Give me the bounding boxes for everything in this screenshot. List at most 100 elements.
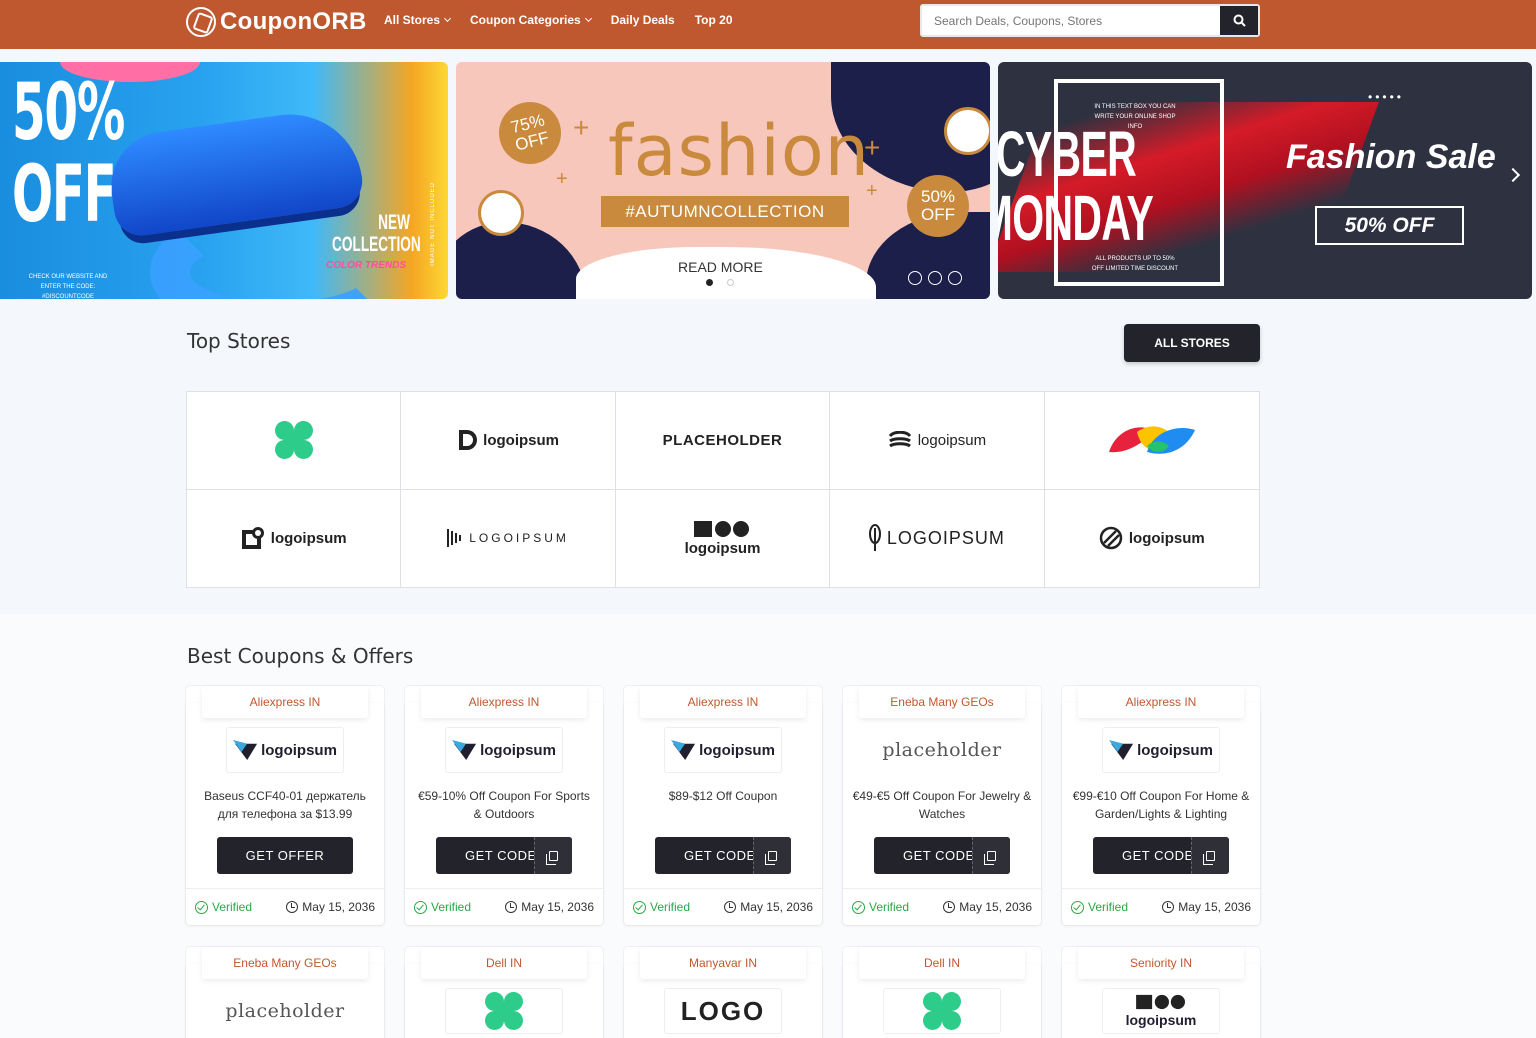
store-logo: logoipsum [241, 526, 347, 550]
get-code-button[interactable]: GET CODE [655, 837, 791, 874]
verified-badge: Verified [1071, 900, 1128, 914]
coupon-store-name[interactable]: Aliexpress IN [421, 686, 587, 718]
logo-text: placeholder [882, 739, 1002, 761]
clock-icon [943, 901, 956, 913]
store-logo-cell[interactable] [1044, 392, 1259, 490]
store-logo-cell[interactable]: logoipsum [830, 392, 1045, 490]
coupon-store-logo[interactable] [445, 988, 563, 1034]
promo-banner-fashion[interactable]: 75% OFF 50% OFF + + + + fashion #AUTUMNCOL… [456, 62, 990, 299]
coupon-store-logo[interactable]: logoipsum [445, 727, 563, 773]
read-more-link[interactable]: READ MORE [678, 259, 763, 275]
clover-logo-icon [923, 992, 961, 1030]
verified-badge: Verified [414, 900, 471, 914]
date-text: May 15, 2036 [1178, 900, 1251, 914]
expiry-date: May 15, 2036 [1162, 900, 1251, 914]
button-label: GET CODE [465, 848, 537, 863]
copy-icon [984, 850, 996, 865]
site-logo[interactable]: CouponORB [186, 6, 367, 38]
get-code-button[interactable]: GET CODE [436, 837, 572, 874]
clock-icon [1162, 901, 1175, 913]
coupon-footer: Verified May 15, 2036 [624, 888, 822, 925]
brand-name: CouponORB [220, 8, 367, 35]
banner-fashion-title: fashion [608, 110, 871, 192]
store-logo-cell[interactable] [187, 392, 402, 490]
clock-icon [724, 901, 737, 913]
bars-logo-icon [447, 529, 462, 548]
code-reveal-tab[interactable] [534, 837, 572, 874]
code-reveal-tab[interactable] [753, 837, 791, 874]
copy-icon [546, 850, 558, 865]
coupon-store-name[interactable]: Aliexpress IN [202, 686, 368, 718]
coupon-store-name[interactable]: Aliexpress IN [1078, 686, 1244, 718]
search-button[interactable] [1220, 6, 1258, 35]
chevron-down-icon [584, 14, 592, 23]
carousel-dot-active[interactable] [706, 279, 713, 286]
nav-all-stores[interactable]: All Stores [384, 13, 452, 27]
coupon-store-name[interactable]: Eneba Many GEOs [202, 947, 368, 979]
store-logo: logoipsum [457, 428, 559, 452]
gem-logo-icon [1109, 740, 1134, 760]
all-stores-button[interactable]: ALL STORES [1124, 324, 1260, 362]
social-icons [908, 271, 962, 285]
clover-logo-icon [274, 421, 313, 460]
coupon-store-logo[interactable] [883, 988, 1001, 1034]
store-logo-cell[interactable]: LOGOIPSUM [830, 489, 1045, 587]
coupon-store-logo[interactable]: logoipsum [226, 727, 344, 773]
code-reveal-tab[interactable] [1191, 837, 1229, 874]
carousel-dot[interactable] [727, 279, 734, 286]
coupon-store-name[interactable]: Dell IN [859, 947, 1025, 979]
coupon-card: LOGO Manyavar IN [624, 947, 822, 1038]
store-logo-cell[interactable]: PLACEHOLDER [615, 392, 831, 490]
coupon-card: placeholder €49-€5 Off Coupon For Jewelr… [843, 686, 1041, 925]
logo-text: logoipsum [480, 741, 556, 759]
banner-fashion-sale: Fashion Sale [1286, 138, 1496, 176]
nav-daily-deals[interactable]: Daily Deals [611, 13, 675, 27]
coupon-store-logo[interactable]: logoipsum [1102, 727, 1220, 773]
dark-shape [456, 222, 586, 299]
store-logo-cell[interactable]: logoipsum [401, 392, 616, 490]
verified-badge: Verified [195, 900, 252, 914]
store-logo-cell[interactable]: logoipsum [616, 489, 831, 587]
code-reveal-tab[interactable] [972, 837, 1010, 874]
promo-banner-sneakers[interactable]: 50% OFF NEW COLLECTION COLOR TRENDS CHEC… [0, 62, 448, 299]
expiry-date: May 15, 2036 [943, 900, 1032, 914]
coupon-store-logo[interactable]: placeholder [882, 727, 1002, 773]
carousel-next-arrow-icon[interactable] [1505, 167, 1521, 183]
get-offer-button[interactable]: GET OFFER [217, 837, 353, 874]
coupon-title: €49-€5 Off Coupon For Jewelry & Watches [852, 789, 1032, 821]
button-label: GET CODE [903, 848, 975, 863]
coupon-title: Baseus CCF40-01 держатель для телефона з… [204, 789, 366, 821]
store-logo-text: LOGOIPSUM [469, 531, 569, 546]
gem-logo-icon [452, 740, 477, 760]
store-logo-cell[interactable]: logoipsum [1045, 490, 1259, 588]
get-code-button[interactable]: GET CODE [1093, 837, 1229, 874]
store-logo-cell[interactable]: logoipsum [187, 489, 402, 587]
coupon-store-logo[interactable]: placeholder [225, 988, 344, 1034]
promo-banner-cyber-monday[interactable]: IN THIS TEXT BOX YOU CAN WRITE YOUR ONLI… [998, 62, 1532, 299]
clock-icon [286, 901, 299, 913]
coupon-store-name[interactable]: Seniority IN [1078, 947, 1244, 979]
store-logo-cell[interactable]: LOGOIPSUM [401, 489, 616, 587]
store-logo-text: logoipsum [1128, 529, 1205, 547]
feather-logo-icon [868, 524, 881, 552]
nav-coupon-categories[interactable]: Coupon Categories [470, 13, 592, 27]
coupon-store-logo[interactable]: logoipsum [664, 727, 782, 773]
coupon-card-body: logoipsum €99-€10 Off Coupon For Home & … [1062, 703, 1260, 925]
circle-slash-logo-icon [1099, 527, 1123, 550]
coupon-card-body: logoipsum €59-10% Off Coupon For Sports … [405, 703, 603, 925]
dots-decoration: ••••• [1368, 90, 1405, 104]
coupon-store-name[interactable]: Dell IN [421, 947, 587, 979]
coupon-store-logo[interactable]: logoipsum [1102, 988, 1220, 1034]
get-code-button[interactable]: GET CODE [874, 837, 1010, 874]
nav-top-20[interactable]: Top 20 [695, 13, 733, 27]
coupon-store-name[interactable]: Eneba Many GEOs [859, 686, 1025, 718]
coupon-store-name[interactable]: Aliexpress IN [640, 686, 806, 718]
coupon-store-logo[interactable]: LOGO [664, 988, 782, 1034]
search-input[interactable] [922, 6, 1220, 35]
coupon-store-name[interactable]: Manyavar IN [640, 947, 806, 979]
date-text: May 15, 2036 [740, 900, 813, 914]
date-text: May 15, 2036 [302, 900, 375, 914]
expiry-date: May 15, 2036 [724, 900, 813, 914]
clock-icon [505, 901, 518, 913]
coupon-logo-icon [186, 7, 216, 37]
